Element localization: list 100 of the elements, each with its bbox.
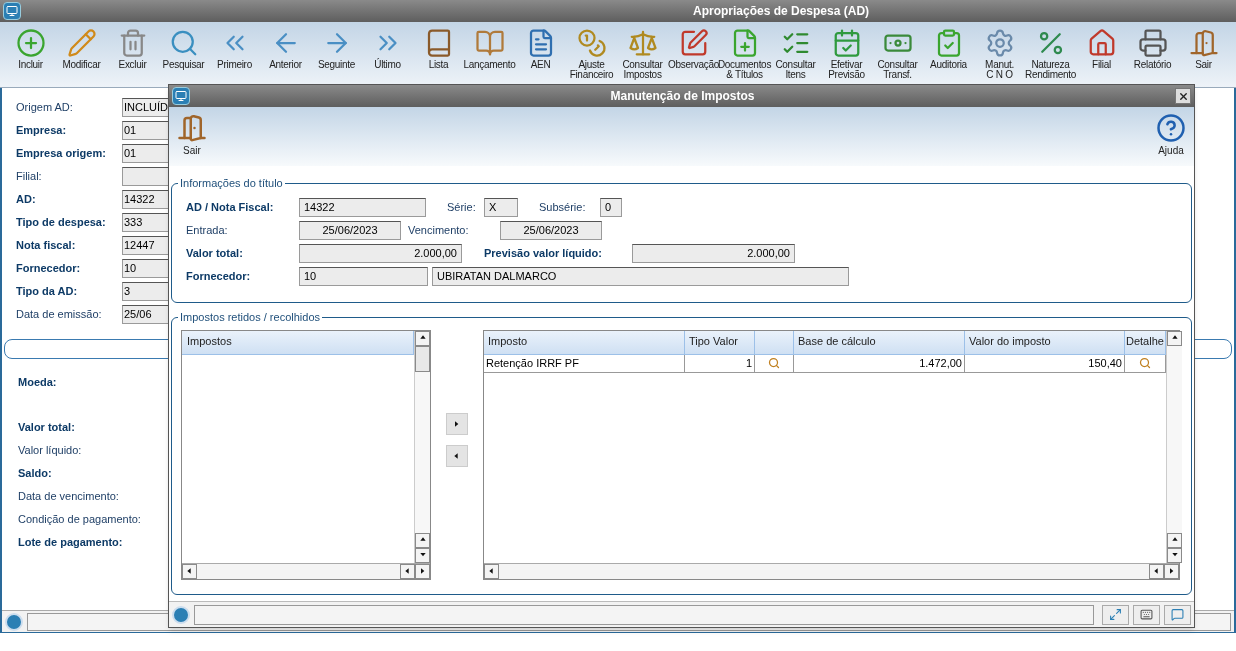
door-icon: [177, 113, 207, 143]
field-label: Tipo da AD:: [16, 284, 79, 300]
toolbar-button[interactable]: Excluir: [108, 22, 157, 88]
toolbar-button[interactable]: Modificar: [57, 22, 106, 88]
input-field[interactable]: UBIRATAN DALMARCO: [432, 266, 849, 286]
field-label: Moeda:: [18, 375, 57, 391]
status-icon[interactable]: [5, 612, 23, 631]
toolbar-button[interactable]: Consultar Itens: [771, 22, 820, 88]
toolbar-button[interactable]: Ajuda: [1156, 113, 1186, 158]
column-header[interactable]: Impostos: [182, 330, 414, 355]
toolbar-button[interactable]: Lançamento: [465, 22, 514, 88]
toolbar-button[interactable]: Efetivar Previsão: [822, 22, 871, 88]
field-label: AD:: [16, 192, 37, 208]
coins-icon: [576, 28, 607, 58]
scroll-left-button[interactable]: [400, 563, 415, 579]
column-header[interactable]: Base de cálculo: [794, 330, 965, 355]
form-field[interactable]: 10: [122, 259, 170, 278]
scroll-left-button[interactable]: [1149, 563, 1164, 579]
column-header[interactable]: Imposto: [484, 330, 685, 355]
column-header[interactable]: Detalhe: [1125, 330, 1166, 355]
vertical-scrollbar[interactable]: [414, 330, 430, 563]
triangle-up-icon: [1170, 334, 1179, 342]
form-field[interactable]: [122, 167, 170, 186]
toolbar-button[interactable]: Consultar Transf.: [873, 22, 922, 88]
form-field[interactable]: 3: [122, 282, 170, 301]
table-cell: 1: [685, 354, 755, 372]
scroll-right-button[interactable]: [1164, 563, 1179, 579]
toolbar-button[interactable]: Lista: [414, 22, 463, 88]
horizontal-scrollbar[interactable]: [182, 562, 430, 579]
column-header[interactable]: [755, 330, 794, 355]
plus-circle-icon: [15, 28, 46, 58]
toolbar-button[interactable]: Consultar Impostos: [618, 22, 667, 88]
toolbar-button[interactable]: Relatório: [1128, 22, 1177, 88]
pencil-icon: [66, 28, 97, 58]
status-icon[interactable]: [172, 605, 190, 624]
triangle-left-icon: [453, 451, 461, 460]
scroll-up-button[interactable]: [415, 532, 430, 548]
status-button[interactable]: [1164, 604, 1191, 625]
field-label: AD / Nota Fiscal:: [186, 199, 275, 215]
scroll-right-button[interactable]: [415, 563, 430, 579]
vertical-scrollbar[interactable]: [1166, 330, 1182, 563]
toolbar-button[interactable]: Seguinte: [312, 22, 361, 88]
scroll-up-button[interactable]: [1167, 532, 1182, 548]
status-button[interactable]: [1102, 604, 1130, 625]
field-label: Série:: [447, 199, 477, 215]
toolbar-button[interactable]: Primeiro: [210, 22, 259, 88]
scale-icon: [627, 28, 658, 58]
toolbar-button[interactable]: AEN: [516, 22, 565, 88]
form-field[interactable]: 25/06: [122, 305, 170, 324]
move-left-button[interactable]: [446, 444, 468, 467]
amount-field[interactable]: 2.000,00: [632, 243, 795, 263]
field-label: Data de vencimento:: [18, 489, 119, 505]
form-field[interactable]: 333: [122, 213, 170, 232]
scroll-up-button[interactable]: [1167, 330, 1182, 346]
scroll-left-button[interactable]: [182, 563, 197, 579]
date-field[interactable]: 25/06/2023: [299, 220, 401, 240]
field-label: Tipo de despesa:: [16, 215, 107, 231]
form-field[interactable]: 01: [122, 144, 170, 163]
form-field[interactable]: 14322: [122, 190, 170, 209]
input-field[interactable]: 10: [299, 266, 428, 286]
form-field[interactable]: 12447: [122, 236, 170, 255]
toolbar-button[interactable]: Sair: [1179, 22, 1228, 88]
triangle-left-icon: [185, 567, 194, 575]
table-cell: 1.472,00: [794, 354, 965, 372]
column-header[interactable]: Tipo Valor: [685, 330, 755, 355]
field-label: Valor total:: [18, 420, 75, 436]
column-header[interactable]: Valor do imposto: [965, 330, 1125, 355]
date-field[interactable]: 25/06/2023: [500, 220, 602, 240]
toolbar-button[interactable]: Último: [363, 22, 412, 88]
form-field[interactable]: INCLUÍD: [122, 98, 170, 117]
input-field[interactable]: 0: [600, 197, 622, 217]
scroll-left-button[interactable]: [484, 563, 499, 579]
scroll-up-button[interactable]: [415, 330, 430, 346]
amount-field[interactable]: 2.000,00: [299, 243, 462, 263]
toolbar-button[interactable]: Pesquisar: [159, 22, 208, 88]
toolbar-button[interactable]: Filial: [1077, 22, 1126, 88]
toolbar-button[interactable]: Incluir: [6, 22, 55, 88]
toolbar-button[interactable]: Observação: [669, 22, 718, 88]
close-button[interactable]: [1175, 88, 1191, 104]
toolbar-button[interactable]: Manut. C N O: [975, 22, 1024, 88]
help-icon: [1156, 113, 1186, 143]
toolbar-button[interactable]: Documentos & Títulos: [720, 22, 769, 88]
available-taxes-list[interactable]: Impostos: [181, 329, 431, 580]
horizontal-scrollbar[interactable]: [484, 562, 1179, 579]
toolbar-button[interactable]: Sair: [177, 113, 207, 158]
triangle-right-icon: [418, 567, 427, 575]
scrollbar-thumb[interactable]: [415, 345, 430, 372]
toolbar-button[interactable]: Natureza Rendimento: [1026, 22, 1075, 88]
app-icon: [3, 2, 21, 20]
toolbar-button[interactable]: Ajuste Financeiro: [567, 22, 616, 88]
input-field[interactable]: X: [484, 197, 518, 217]
status-button[interactable]: [1133, 604, 1161, 625]
move-right-button[interactable]: [446, 412, 468, 435]
search-icon[interactable]: [768, 357, 780, 369]
toolbar-button[interactable]: Anterior: [261, 22, 310, 88]
input-field[interactable]: 14322: [299, 197, 426, 217]
field-label: Valor total:: [186, 245, 244, 261]
form-field[interactable]: 01: [122, 121, 170, 140]
toolbar-button[interactable]: Auditoria: [924, 22, 973, 88]
search-icon[interactable]: [1139, 357, 1151, 369]
